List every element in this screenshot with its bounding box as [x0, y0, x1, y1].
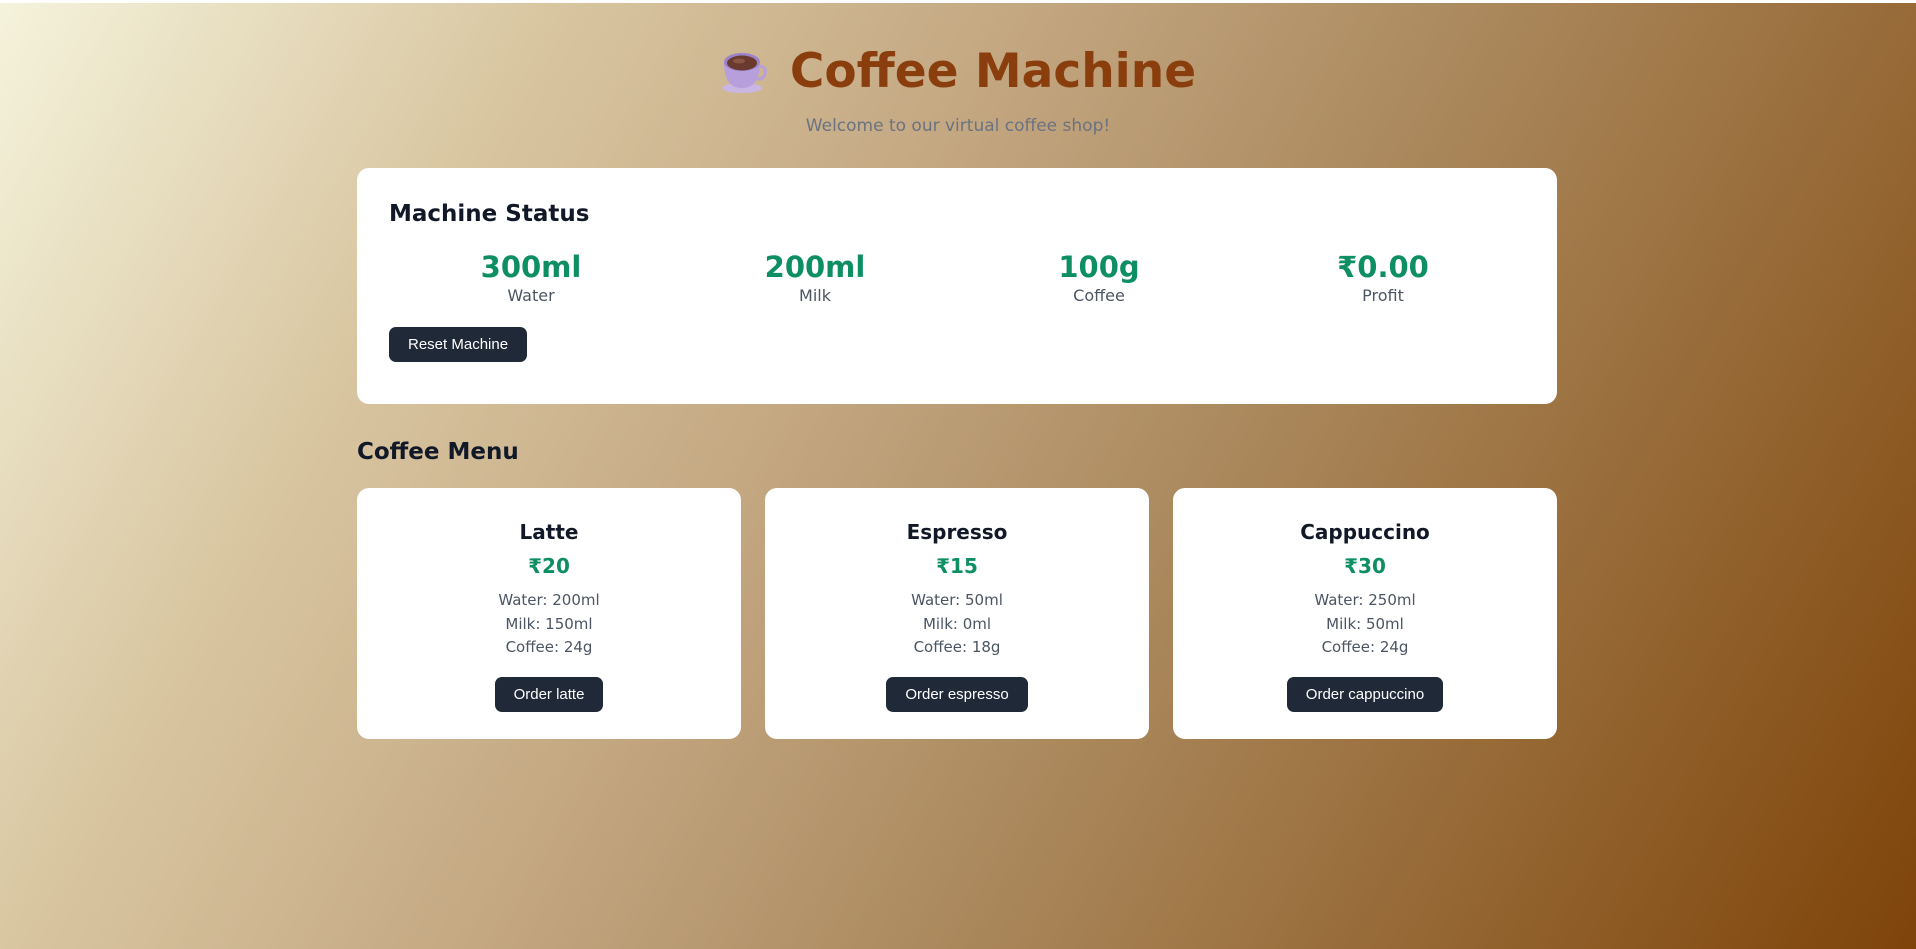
- stat-value: ₹0.00: [1337, 250, 1429, 284]
- order-latte-button[interactable]: Order latte: [494, 676, 604, 712]
- item-coffee: Coffee: 24g: [1321, 638, 1409, 656]
- coffee-menu-grid: Latte ₹20 Water: 200ml Milk: 150ml Coffe…: [357, 488, 1557, 739]
- stat-label: Profit: [1362, 286, 1404, 305]
- order-espresso-button[interactable]: Order espresso: [886, 676, 1028, 712]
- status-stats: 300ml Water 200ml Milk 100g Coffee ₹0.00…: [389, 250, 1525, 305]
- item-name: Cappuccino: [1300, 520, 1430, 544]
- item-name: Espresso: [906, 520, 1008, 544]
- stat-value: 200ml: [764, 250, 866, 284]
- menu-card-cappuccino: Cappuccino ₹30 Water: 250ml Milk: 50ml C…: [1173, 488, 1557, 739]
- item-specs: Water: 50ml Milk: 0ml Coffee: 18g: [765, 589, 1149, 660]
- item-water: Water: 250ml: [1314, 591, 1416, 609]
- stat-coffee: 100g Coffee: [957, 250, 1241, 305]
- stat-value: 100g: [1058, 250, 1140, 284]
- title-row: Coffee Machine: [0, 38, 1916, 104]
- item-price: ₹15: [936, 554, 978, 578]
- reset-machine-button[interactable]: Reset Machine: [389, 327, 528, 362]
- item-coffee: Coffee: 24g: [505, 638, 593, 656]
- item-price: ₹20: [528, 554, 570, 578]
- machine-status-title: Machine Status: [389, 201, 590, 227]
- item-milk: Milk: 0ml: [922, 614, 992, 633]
- page-header: Coffee Machine Welcome to our virtual co…: [0, 38, 1916, 136]
- stat-label: Water: [507, 286, 555, 305]
- menu-card-latte: Latte ₹20 Water: 200ml Milk: 150ml Coffe…: [357, 488, 741, 739]
- item-milk: Milk: 50ml: [1326, 614, 1404, 633]
- coffee-cup-icon: [720, 48, 768, 94]
- item-price: ₹30: [1344, 554, 1386, 578]
- item-specs: Water: 250ml Milk: 50ml Coffee: 24g: [1173, 589, 1557, 660]
- stat-value: 300ml: [480, 250, 582, 284]
- page-subtitle: Welcome to our virtual coffee shop!: [805, 116, 1111, 136]
- item-name: Latte: [519, 520, 579, 544]
- order-cappuccino-button[interactable]: Order cappuccino: [1286, 676, 1444, 712]
- item-specs: Water: 200ml Milk: 150ml Coffee: 24g: [357, 589, 741, 660]
- stat-label: Coffee: [1073, 286, 1125, 305]
- machine-status-card: Machine Status 300ml Water 200ml Milk 10…: [357, 168, 1557, 404]
- stat-water: 300ml Water: [389, 250, 673, 305]
- stat-milk: 200ml Milk: [673, 250, 957, 305]
- coffee-menu-title: Coffee Menu: [357, 439, 519, 465]
- page-title: Coffee Machine: [789, 43, 1197, 99]
- stat-profit: ₹0.00 Profit: [1241, 250, 1525, 305]
- item-water: Water: 200ml: [498, 591, 600, 609]
- stat-label: Milk: [799, 286, 831, 305]
- item-milk: Milk: 150ml: [505, 614, 593, 633]
- menu-card-espresso: Espresso ₹15 Water: 50ml Milk: 0ml Coffe…: [765, 488, 1149, 739]
- item-coffee: Coffee: 18g: [913, 638, 1001, 656]
- item-water: Water: 50ml: [911, 591, 1003, 609]
